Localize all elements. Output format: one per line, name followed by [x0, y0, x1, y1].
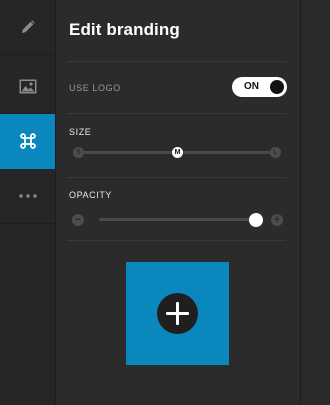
size-option-medium[interactable]: M [172, 147, 183, 158]
divider [67, 240, 286, 241]
branding-editor: Edit branding USE LOGO ON SIZE S M L OPA… [0, 0, 330, 405]
rail-item-image[interactable] [0, 59, 55, 114]
panel-title: Edit branding [69, 20, 180, 39]
opacity-decrease-button[interactable]: − [72, 214, 84, 226]
tool-rail [0, 0, 56, 405]
rail-item-branding[interactable] [0, 114, 55, 169]
opacity-label: OPACITY [69, 190, 113, 200]
use-logo-toggle[interactable]: ON [232, 77, 287, 97]
canvas-edge [300, 0, 330, 405]
size-option-large[interactable]: L [270, 147, 281, 158]
size-option-small[interactable]: S [73, 147, 84, 158]
use-logo-label: USE LOGO [69, 83, 121, 93]
more-icon [18, 194, 37, 198]
divider [67, 177, 286, 178]
logo-upload-dropzone[interactable] [126, 262, 229, 365]
command-icon [19, 132, 37, 150]
add-icon [157, 293, 198, 334]
opacity-slider-thumb[interactable] [249, 213, 263, 227]
rail-item-more[interactable] [0, 169, 55, 224]
pencil-icon [20, 19, 36, 35]
opacity-slider-track[interactable] [99, 218, 261, 221]
rail-item-edit[interactable] [0, 0, 55, 55]
opacity-increase-button[interactable]: + [271, 214, 283, 226]
branding-panel: Edit branding USE LOGO ON SIZE S M L OPA… [56, 0, 300, 405]
divider [67, 113, 286, 114]
image-icon [19, 79, 37, 94]
toggle-knob [270, 80, 284, 94]
toggle-state-label: ON [244, 81, 259, 92]
size-label: SIZE [69, 127, 92, 137]
divider [67, 61, 286, 62]
